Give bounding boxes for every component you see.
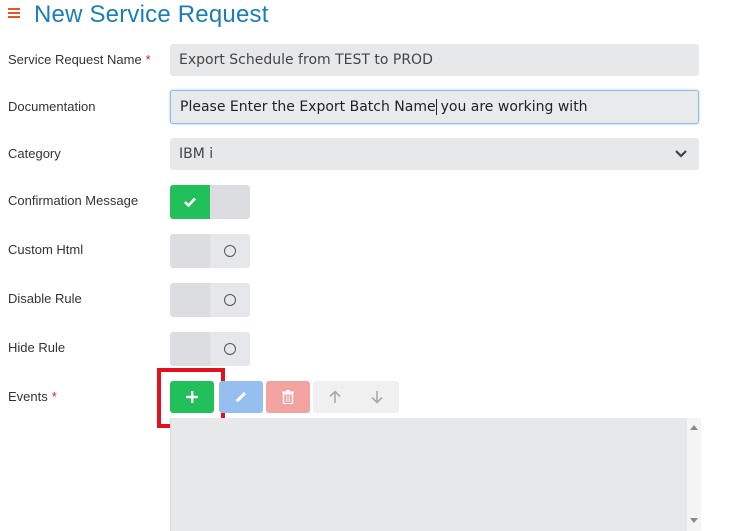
move-down-button[interactable] xyxy=(355,381,399,413)
required-asterisk: * xyxy=(51,389,57,404)
move-up-button[interactable] xyxy=(313,381,357,413)
category-label: Category xyxy=(8,146,61,161)
toggle-on-segment xyxy=(170,185,210,219)
edit-event-button[interactable] xyxy=(219,381,263,413)
hamburger-icon[interactable] xyxy=(8,6,24,24)
category-selected-value: IBM i xyxy=(179,146,214,162)
documentation-value-after: you are working with xyxy=(440,99,588,115)
documentation-value-before: Please Enter the Export Batch Name xyxy=(180,99,436,115)
pencil-icon xyxy=(236,392,246,402)
name-label-text: Service Request Name xyxy=(8,52,142,67)
confirmation-message-label: Confirmation Message xyxy=(8,193,139,208)
disable-rule-label: Disable Rule xyxy=(8,291,82,306)
scroll-down-arrow-icon[interactable] xyxy=(690,518,698,523)
radio-circle-icon xyxy=(224,245,236,257)
disable-rule-toggle[interactable] xyxy=(170,283,250,317)
confirmation-message-toggle[interactable] xyxy=(170,185,250,219)
radio-circle-icon xyxy=(224,294,236,306)
hide-rule-label: Hide Rule xyxy=(8,340,66,355)
required-asterisk: * xyxy=(145,52,151,67)
name-label: Service Request Name * xyxy=(8,52,151,67)
documentation-label: Documentation xyxy=(8,99,96,114)
text-caret xyxy=(435,99,437,115)
scroll-up-arrow-icon[interactable] xyxy=(690,425,698,430)
trash-icon xyxy=(282,390,294,404)
events-list[interactable] xyxy=(170,418,701,531)
category-select[interactable]: IBM i xyxy=(170,138,699,170)
events-label: Events * xyxy=(8,389,57,404)
toggle-off-segment xyxy=(210,185,250,219)
events-scrollbar[interactable] xyxy=(687,418,701,531)
toggle-off-segment xyxy=(210,283,250,317)
plus-icon xyxy=(186,391,198,403)
documentation-input[interactable]: Please Enter the Export Batch Name you ar… xyxy=(170,90,699,124)
delete-event-button[interactable] xyxy=(266,381,310,413)
page-header: New Service Request xyxy=(8,0,269,30)
toggle-off-segment xyxy=(210,234,250,268)
toggle-off-segment xyxy=(210,332,250,366)
service-request-name-input[interactable]: Export Schedule from TEST to PROD xyxy=(170,44,699,76)
toggle-on-segment xyxy=(170,283,210,317)
page-title: New Service Request xyxy=(34,1,269,28)
custom-html-toggle[interactable] xyxy=(170,234,250,268)
chevron-down-icon xyxy=(675,150,687,158)
toggle-on-segment xyxy=(170,234,210,268)
events-label-text: Events xyxy=(8,389,48,404)
arrow-down-icon xyxy=(371,391,383,404)
radio-circle-icon xyxy=(224,343,236,355)
hide-rule-toggle[interactable] xyxy=(170,332,250,366)
toggle-on-segment xyxy=(170,332,210,366)
custom-html-label: Custom Html xyxy=(8,242,84,257)
check-icon xyxy=(184,197,196,208)
arrow-up-icon xyxy=(329,390,341,403)
add-event-button[interactable] xyxy=(170,381,214,413)
name-input-value: Export Schedule from TEST to PROD xyxy=(179,52,433,68)
